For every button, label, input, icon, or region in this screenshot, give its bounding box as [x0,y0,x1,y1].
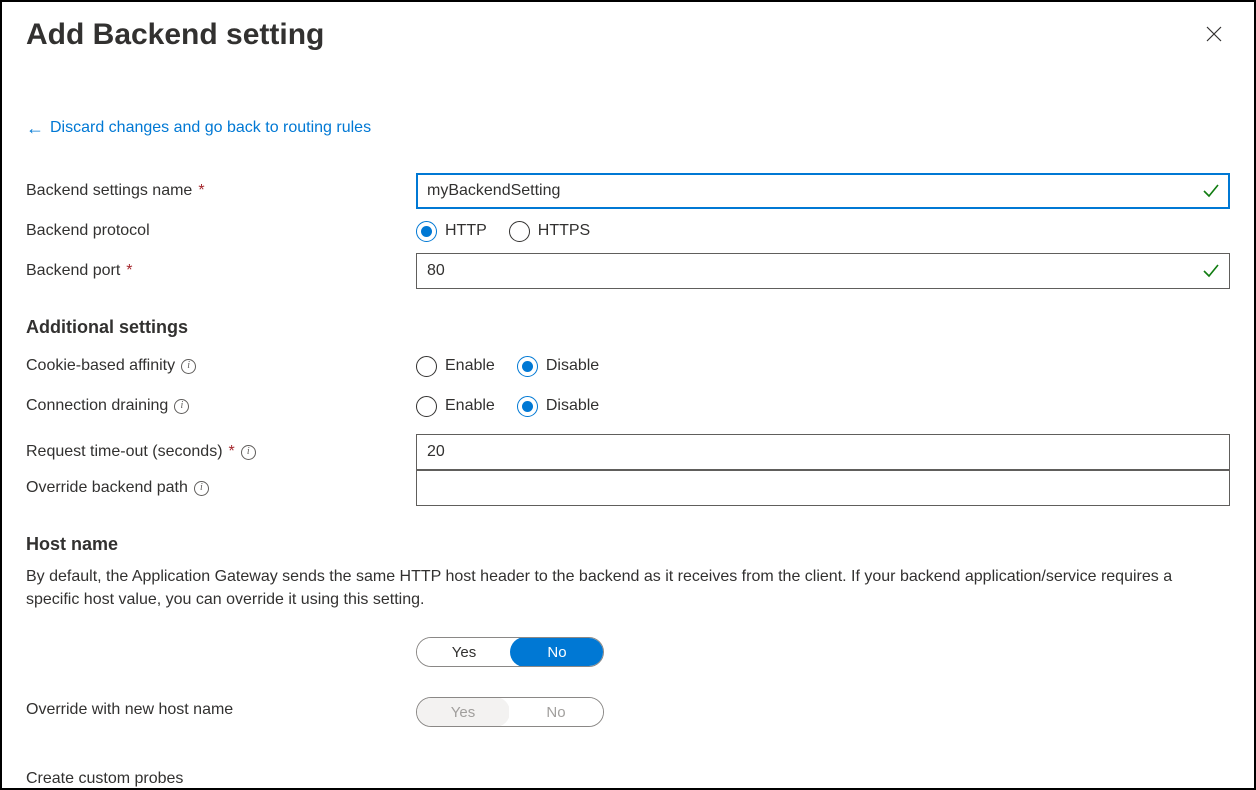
required-indicator: * [198,182,204,200]
cookie-affinity-label: Cookie-based affinity [26,357,175,375]
override-new-hostname-no: No [509,698,603,726]
settings-name-label: Backend settings name [26,182,192,200]
discard-back-link[interactable]: ← Discard changes and go back to routing… [26,119,371,137]
connection-draining-enable-radio[interactable]: Enable [416,396,495,417]
protocol-radio-group: HTTP HTTPS [416,221,590,242]
page-title: Add Backend setting [26,18,324,52]
override-hostname-label: Override with new host name [26,701,233,719]
hostname-heading: Host name [26,534,1230,555]
custom-probes-label: Create custom probes [26,770,183,788]
override-path-label: Override backend path [26,479,188,497]
protocol-http-label: HTTP [445,222,487,240]
close-icon [1206,26,1222,42]
settings-name-input[interactable] [416,173,1230,209]
override-new-hostname-toggle: Yes No [416,697,604,727]
port-input[interactable] [416,253,1230,289]
cookie-affinity-enable-radio[interactable]: Enable [416,356,495,377]
override-new-hostname-yes: Yes [416,697,510,727]
connection-draining-label: Connection draining [26,397,168,415]
timeout-label: Request time-out (seconds) [26,443,223,461]
protocol-label: Backend protocol [26,222,150,240]
connection-draining-disable-radio[interactable]: Disable [517,396,599,417]
arrow-left-icon: ← [26,119,44,137]
timeout-input[interactable] [416,434,1230,470]
port-label: Backend port [26,262,120,280]
info-icon[interactable]: i [174,399,189,414]
protocol-https-label: HTTPS [538,222,590,240]
override-path-input[interactable] [416,470,1230,506]
hostname-override-toggle: Yes No [416,637,604,667]
hostname-override-no[interactable]: No [510,637,604,667]
info-icon[interactable]: i [181,359,196,374]
info-icon[interactable]: i [194,481,209,496]
hostname-override-yes[interactable]: Yes [417,638,511,666]
back-link-label: Discard changes and go back to routing r… [50,119,371,137]
add-backend-setting-panel: Add Backend setting ← Discard changes an… [0,0,1256,790]
additional-settings-heading: Additional settings [26,317,1230,338]
protocol-http-radio[interactable]: HTTP [416,221,487,242]
protocol-https-radio[interactable]: HTTPS [509,221,590,242]
info-icon[interactable]: i [241,445,256,460]
cookie-affinity-disable-radio[interactable]: Disable [517,356,599,377]
close-button[interactable] [1198,18,1230,53]
required-indicator: * [229,443,235,461]
required-indicator: * [126,262,132,280]
hostname-description: By default, the Application Gateway send… [26,565,1206,611]
